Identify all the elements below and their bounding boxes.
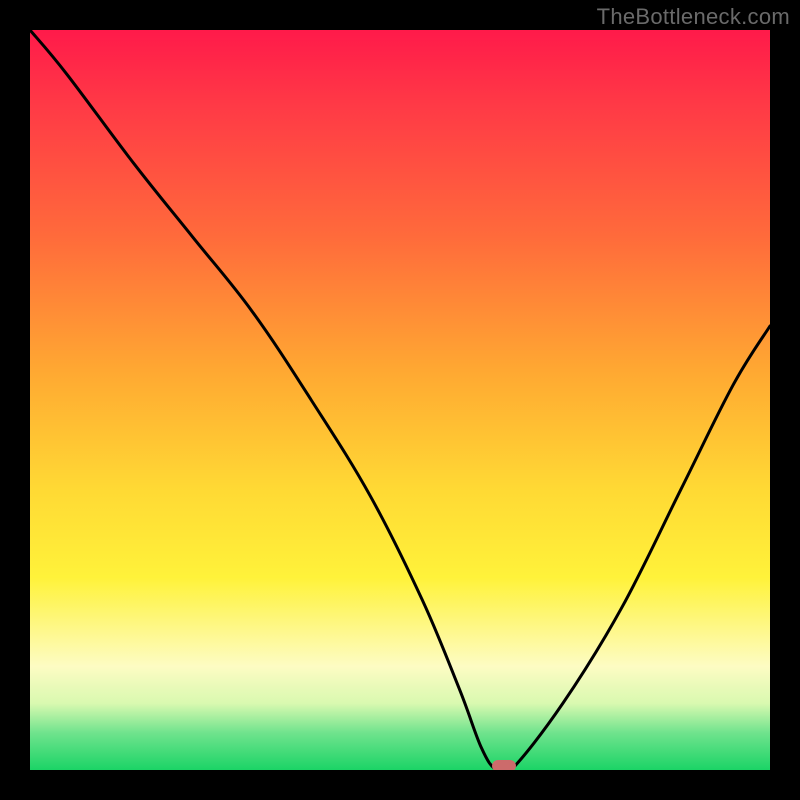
chart-frame: TheBottleneck.com [0, 0, 800, 800]
minimum-marker [492, 760, 516, 770]
bottleneck-curve [30, 30, 770, 770]
plot-area [30, 30, 770, 770]
watermark-text: TheBottleneck.com [597, 4, 790, 30]
